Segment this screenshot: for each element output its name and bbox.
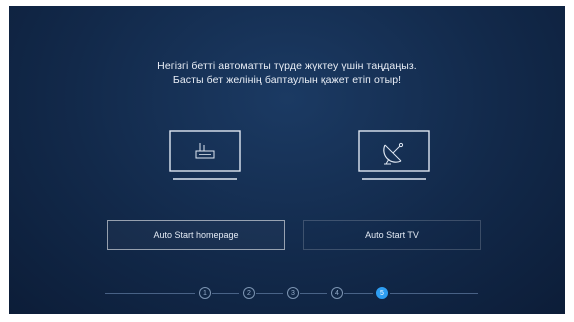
step-line (212, 293, 239, 294)
instruction-text: Негізгі бетті автоматты түрде жүктеу үші… (157, 60, 417, 72)
step-1: 1 (199, 287, 211, 299)
step-line (390, 293, 478, 294)
step-line (105, 293, 195, 294)
step-4: 4 (331, 287, 343, 299)
step-5-current: 5 (376, 287, 388, 299)
setup-screen: Негізгі бетті автоматты түрде жүктеу үші… (9, 6, 565, 314)
satellite-dish-icon (358, 130, 430, 180)
step-line (300, 293, 327, 294)
tv-illustration (358, 130, 430, 182)
step-line (344, 293, 373, 294)
auto-start-tv-button[interactable]: Auto Start TV (303, 220, 481, 250)
router-icon (169, 130, 241, 180)
network-requirement-text: Басты бет желінің баптаулын қажет етіп о… (172, 74, 402, 86)
homepage-tv-illustration (169, 130, 241, 182)
auto-start-homepage-button[interactable]: Auto Start homepage (107, 220, 285, 250)
step-2: 2 (243, 287, 255, 299)
step-indicator: 1 2 3 4 5 (9, 284, 565, 304)
step-line (256, 293, 283, 294)
step-3: 3 (287, 287, 299, 299)
